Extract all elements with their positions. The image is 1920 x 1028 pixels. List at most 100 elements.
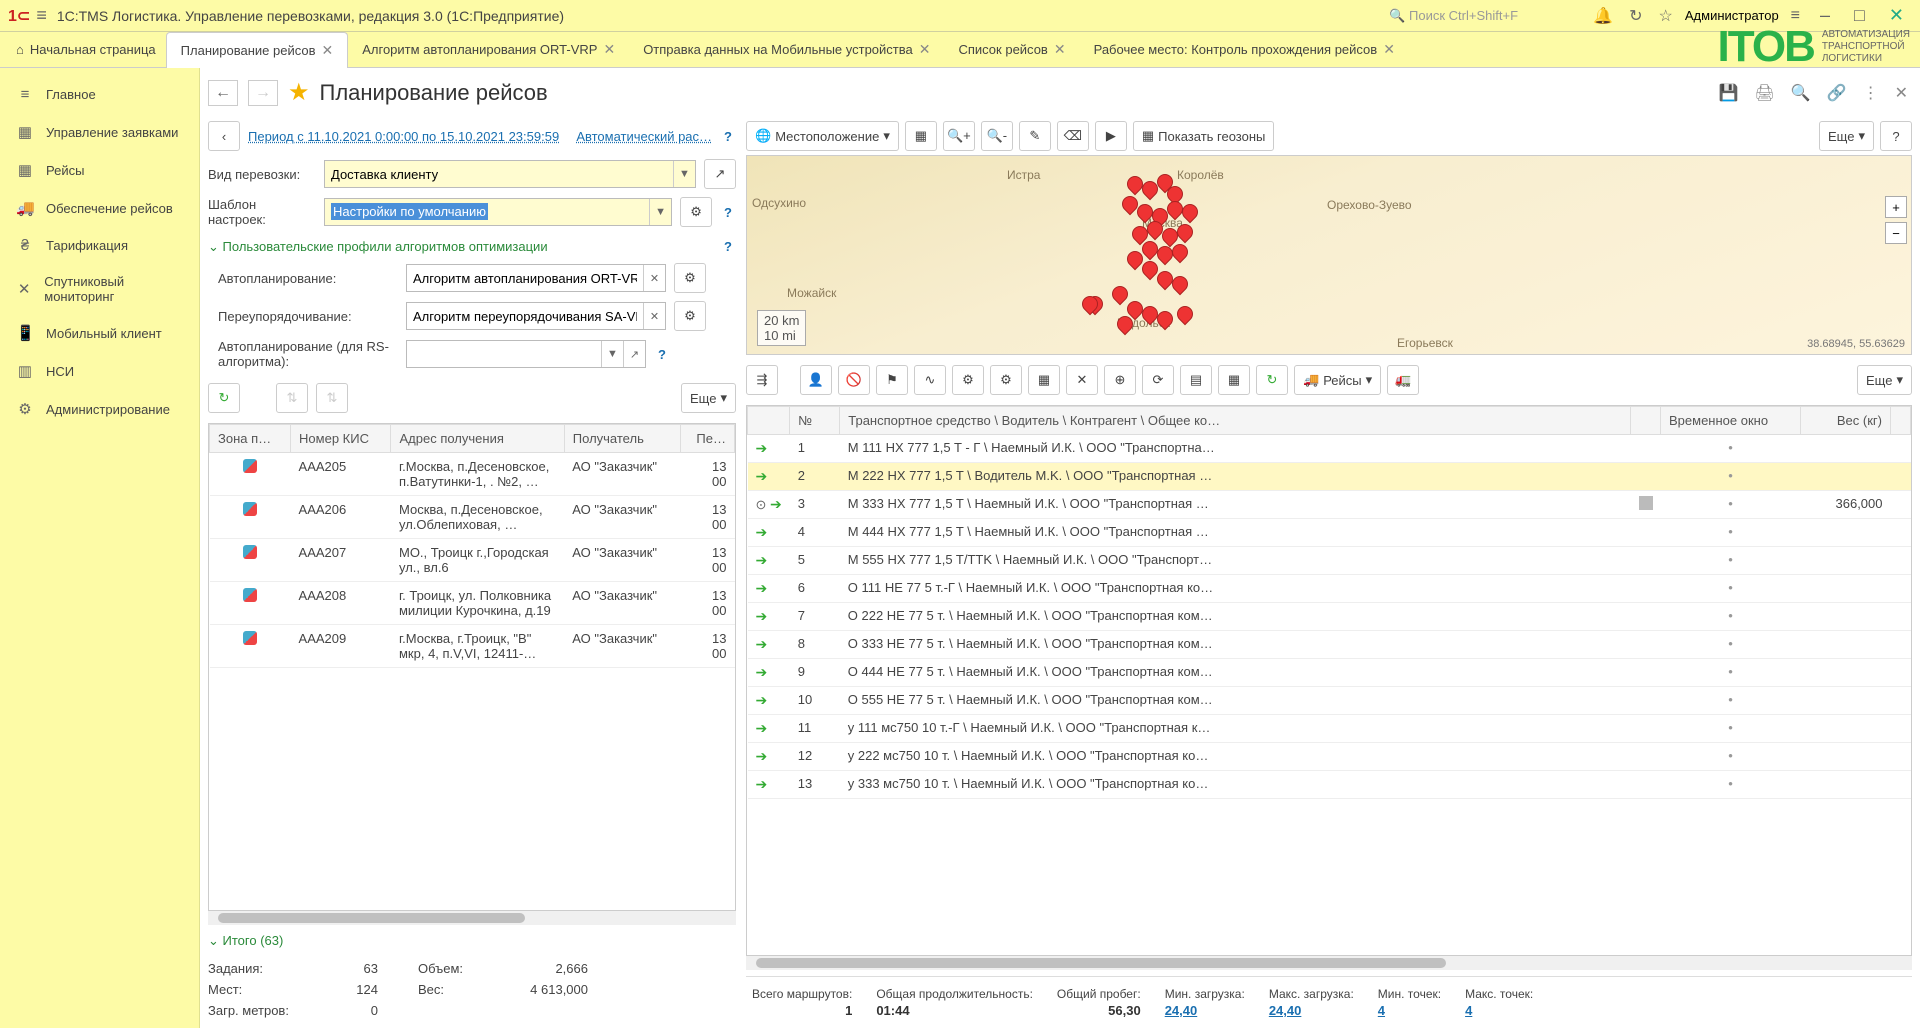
table-row[interactable]: ➔13у 333 мс750 10 т. \ Наемный И.К. \ ОО… xyxy=(748,771,1911,799)
sidebar-item[interactable]: ▥НСИ xyxy=(0,352,199,390)
help-icon[interactable]: ? xyxy=(654,347,670,362)
close-icon[interactable]: ✕ xyxy=(1383,41,1395,58)
help-icon[interactable]: ? xyxy=(720,239,736,254)
back-button[interactable]: ← xyxy=(208,80,238,106)
routes-dropdown[interactable]: 🚚 Рейсы ▾ xyxy=(1294,365,1381,395)
zoom-in-button[interactable]: 🔍+ xyxy=(943,121,975,151)
reorder-settings-button[interactable]: ⚙ xyxy=(674,301,706,331)
close-icon[interactable]: ✕ xyxy=(1054,41,1066,58)
sidebar-item[interactable]: ⚙Администрирование xyxy=(0,390,199,428)
help-icon[interactable]: ? xyxy=(720,205,736,220)
print-icon[interactable]: 🖨 xyxy=(1750,79,1778,107)
table-row[interactable]: AAA209г.Москва, г.Троицк, "В" мкр, 4, п.… xyxy=(210,625,735,668)
tool-icon[interactable]: ▦ xyxy=(1028,365,1060,395)
chevron-down-icon[interactable]: ▼ xyxy=(649,199,671,225)
open-icon[interactable]: ↗ xyxy=(623,341,645,367)
th-kis[interactable]: Номер КИС xyxy=(291,425,391,453)
tool-icon[interactable]: ⚑ xyxy=(876,365,908,395)
table-row[interactable]: ➔12у 222 мс750 10 т. \ Наемный И.К. \ ОО… xyxy=(748,743,1911,771)
tool-icon[interactable]: 🚫 xyxy=(838,365,870,395)
tab[interactable]: Планирование рейсов✕ xyxy=(166,32,349,68)
zoom-out-button[interactable]: 🔍- xyxy=(981,121,1013,151)
table-row[interactable]: ➔1M 111 HX 777 1,5 T - Г \ Наемный И.К. … xyxy=(748,435,1911,463)
table-row[interactable]: AAA206Москва, п.Десеновское, ул.Облепихо… xyxy=(210,496,735,539)
clear-icon[interactable]: ✕ xyxy=(643,303,665,329)
close-icon[interactable]: ✕ xyxy=(919,41,931,58)
close-page-icon[interactable]: ✕ xyxy=(1891,79,1912,107)
play-icon[interactable]: ▶ xyxy=(1095,121,1127,151)
tool-icon[interactable]: 👤 xyxy=(800,365,832,395)
th-weight[interactable]: Вес (кг) xyxy=(1801,407,1891,435)
sidebar-item[interactable]: ▦Рейсы xyxy=(0,151,199,189)
tool-icon[interactable]: ▤ xyxy=(1180,365,1212,395)
table-row[interactable]: AAA205г.Москва, п.Десеновское, п.Ватутин… xyxy=(210,453,735,496)
bell-icon[interactable]: 🔔 xyxy=(1589,2,1617,30)
sort-asc-button[interactable]: ⇅ xyxy=(276,383,308,413)
location-button[interactable]: 🌐 Местоположение ▾ xyxy=(746,121,899,151)
routes-table[interactable]: № Транспортное средство \ Водитель \ Кон… xyxy=(746,405,1912,956)
table-row[interactable]: ➔10O 555 HE 77 5 т. \ Наемный И.К. \ ООО… xyxy=(748,687,1911,715)
table-row[interactable]: AAA208г. Троицк, ул. Полковника милиции … xyxy=(210,582,735,625)
close-icon[interactable]: ✕ xyxy=(322,42,334,59)
th-window[interactable]: Временное окно xyxy=(1661,407,1801,435)
help-icon[interactable]: ? xyxy=(720,129,736,144)
autoplan-settings-button[interactable]: ⚙ xyxy=(674,263,706,293)
reorder-input[interactable]: ✕ xyxy=(406,302,666,330)
th-zone[interactable]: Зона п… xyxy=(210,425,291,453)
profiles-section[interactable]: ⌄ Пользовательские профили алгоритмов оп… xyxy=(208,231,736,259)
shablon-input[interactable]: Настройки по умолчанию ▼ xyxy=(324,198,672,226)
sort-desc-button[interactable]: ⇅ xyxy=(316,383,348,413)
tree-icon[interactable]: ⇶ xyxy=(746,365,778,395)
user-label[interactable]: Администратор xyxy=(1685,8,1779,23)
sidebar-item[interactable]: ≡Главное xyxy=(0,76,199,113)
vid-open-button[interactable]: ↗ xyxy=(704,159,736,189)
table-row[interactable]: ➔6O 111 HE 77 5 т.-Г \ Наемный И.К. \ ОО… xyxy=(748,575,1911,603)
link-icon[interactable]: 🔗 xyxy=(1823,79,1851,107)
tab[interactable]: Отправка данных на Мобильные устройства✕ xyxy=(629,32,944,68)
sidebar-item[interactable]: 🚚Обеспечение рейсов xyxy=(0,189,199,227)
tab-home[interactable]: ⌂ Начальная страница xyxy=(6,32,166,68)
tool-icon[interactable]: ✕ xyxy=(1066,365,1098,395)
tool-icon[interactable]: ⚙ xyxy=(952,365,984,395)
table-row[interactable]: ➔2M 222 HX 777 1,5 T \ Водитель M.K. \ О… xyxy=(748,463,1911,491)
history-icon[interactable]: ↻ xyxy=(1625,2,1646,30)
tab[interactable]: Рабочее место: Контроль прохождения рейс… xyxy=(1080,32,1409,68)
clear-icon[interactable]: ✕ xyxy=(643,265,665,291)
more-icon[interactable]: ⋮ xyxy=(1859,79,1883,107)
autoplan-input[interactable]: ✕ xyxy=(406,264,666,292)
menu-icon[interactable]: ≡ xyxy=(36,5,47,26)
auto-calc-link[interactable]: Автоматический рас… xyxy=(576,129,712,144)
table-row[interactable]: ➔7O 222 HE 77 5 т. \ Наемный И.К. \ ООО … xyxy=(748,603,1911,631)
eraser-icon[interactable]: ⌫ xyxy=(1057,121,1089,151)
refresh-button[interactable]: ↻ xyxy=(208,383,240,413)
map[interactable]: ИстраКоролёвМоскваОдсухиноОрехово-ЗуевоМ… xyxy=(746,155,1912,355)
tool-icon[interactable]: ⟳ xyxy=(1142,365,1174,395)
th-pe[interactable]: Пе… xyxy=(681,425,735,453)
vid-input[interactable]: ▼ xyxy=(324,160,696,188)
prev-period-button[interactable]: ‹ xyxy=(208,121,240,151)
shablon-settings-button[interactable]: ⚙ xyxy=(680,197,712,227)
th-n[interactable]: № xyxy=(790,407,840,435)
table-row[interactable]: ➔9O 444 HE 77 5 т. \ Наемный И.К. \ ООО … xyxy=(748,659,1911,687)
table-row[interactable]: ➔11у 111 мс750 10 т.-Г \ Наемный И.К. \ … xyxy=(748,715,1911,743)
totals-header[interactable]: ⌄ Итого (63) xyxy=(208,925,736,957)
scrollbar[interactable] xyxy=(746,956,1912,970)
tool-icon[interactable]: ⊕ xyxy=(1104,365,1136,395)
tab[interactable]: Список рейсов✕ xyxy=(944,32,1079,68)
table-row[interactable]: AAA207МО., Троицк г.,Городская ул., вл.6… xyxy=(210,539,735,582)
tool-icon[interactable]: ∿ xyxy=(914,365,946,395)
truck-icon[interactable]: 🚛 xyxy=(1387,365,1419,395)
tab[interactable]: Алгоритм автопланирования ORT-VRP✕ xyxy=(348,32,629,68)
scrollbar[interactable] xyxy=(208,911,736,925)
th-recv[interactable]: Получатель xyxy=(564,425,680,453)
star-icon[interactable]: ☆ xyxy=(1655,2,1677,30)
search-input[interactable]: 🔍 Поиск Ctrl+Shift+F xyxy=(1381,6,1581,26)
period-link[interactable]: Период с 11.10.2021 0:00:00 по 15.10.202… xyxy=(248,129,559,144)
map-zoom-out[interactable]: − xyxy=(1885,222,1907,244)
map-zoom-in[interactable]: + xyxy=(1885,196,1907,218)
table-row[interactable]: ➔8O 333 HE 77 5 т. \ Наемный И.К. \ ООО … xyxy=(748,631,1911,659)
more-button[interactable]: Еще ▾ xyxy=(1857,365,1912,395)
save-icon[interactable]: 💾 xyxy=(1715,79,1743,107)
help-button[interactable]: ? xyxy=(1880,121,1912,151)
favorite-icon[interactable]: ★ xyxy=(288,78,310,107)
